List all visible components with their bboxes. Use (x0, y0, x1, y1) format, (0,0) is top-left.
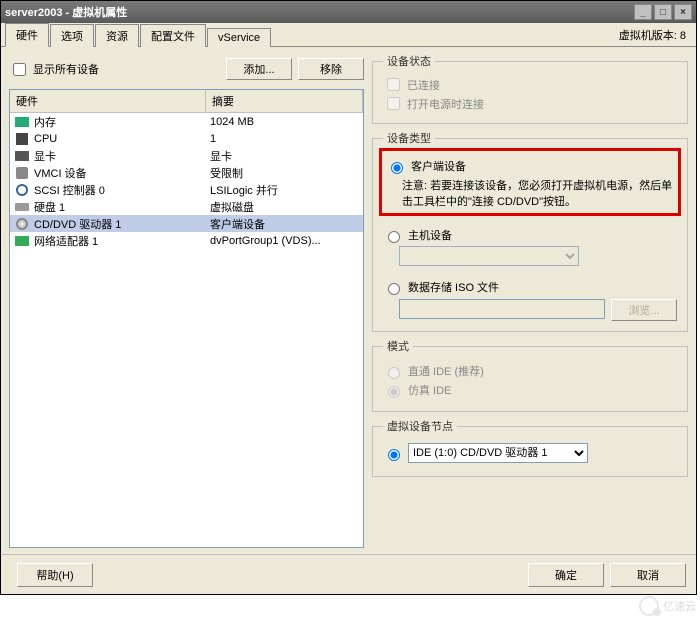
connect-poweron-label: 打开电源时连接 (407, 96, 484, 112)
tab-profiles[interactable]: 配置文件 (140, 24, 206, 47)
virtual-node-group: 虚拟设备节点 IDE (1:0) CD/DVD 驱动器 1 (372, 418, 688, 477)
mode-group: 模式 直通 IDE (推荐) 仿真 IDE (372, 338, 688, 412)
help-button[interactable]: 帮助(H) (17, 563, 93, 587)
cd-icon (14, 216, 30, 232)
client-device-radio[interactable]: 客户端设备 (386, 158, 674, 174)
connected-checkbox: 已连接 (383, 75, 677, 94)
emulate-label: 仿真 IDE (408, 382, 451, 398)
show-all-devices-label: 显示所有设备 (33, 61, 99, 77)
net-icon (14, 233, 30, 249)
hw-name: SCSI 控制器 0 (34, 182, 210, 198)
host-device-radio[interactable]: 主机设备 (383, 227, 677, 243)
emulate-input (388, 386, 400, 398)
show-all-devices-checkbox[interactable]: 显示所有设备 (9, 60, 99, 79)
hardware-row[interactable]: 网络适配器 1dvPortGroup1 (VDS)... (10, 232, 363, 249)
tab-options[interactable]: 选项 (50, 24, 94, 47)
hw-summary: 虚拟磁盘 (210, 199, 363, 215)
device-type-group: 设备类型 客户端设备 注意: 若要连接该设备，您必须打开虚拟机电源，然后单击工具… (372, 130, 688, 332)
iso-path-input (399, 299, 605, 319)
passthrough-radio: 直通 IDE (推荐) (383, 363, 677, 379)
connected-input (387, 78, 400, 91)
window-title: server2003 - 虚拟机属性 (5, 4, 632, 20)
host-device-input[interactable] (388, 231, 400, 243)
hardware-row[interactable]: SCSI 控制器 0LSILogic 并行 (10, 181, 363, 198)
col-summary[interactable]: 摘要 (206, 90, 363, 112)
col-hardware[interactable]: 硬件 (10, 90, 206, 112)
watermark-text: 亿速云 (663, 598, 696, 614)
cpu-icon (14, 131, 30, 147)
vid-icon (14, 148, 30, 164)
hardware-row[interactable]: VMCI 设备受限制 (10, 164, 363, 181)
passthrough-label: 直通 IDE (推荐) (408, 363, 484, 379)
browse-button: 浏览... (611, 299, 677, 321)
hw-summary: 1024 MB (210, 116, 363, 128)
hw-name: CPU (34, 133, 210, 145)
hw-name: 硬盘 1 (34, 199, 210, 215)
device-type-legend: 设备类型 (383, 130, 435, 146)
disk-icon (14, 199, 30, 215)
tab-bar: 硬件 选项 资源 配置文件 vService 虚拟机版本: 8 (1, 23, 696, 47)
mode-legend: 模式 (383, 338, 413, 354)
scsi-icon (14, 182, 30, 198)
hardware-row[interactable]: 内存1024 MB (10, 113, 363, 130)
connect-poweron-input (387, 97, 400, 110)
connected-label: 已连接 (407, 77, 440, 93)
client-device-label: 客户端设备 (411, 158, 466, 174)
host-device-select (399, 246, 579, 266)
add-button[interactable]: 添加... (226, 58, 292, 80)
maximize-button[interactable]: □ (654, 4, 672, 20)
watermark-icon (639, 596, 659, 616)
client-device-note: 注意: 若要连接该设备，您必须打开虚拟机电源，然后单击工具栏中的"连接 CD/D… (402, 177, 674, 209)
hardware-list: 硬件 摘要 内存1024 MBCPU1显卡显卡VMCI 设备受限制SCSI 控制… (9, 89, 364, 548)
hw-summary: LSILogic 并行 (210, 182, 363, 198)
hw-name: 显卡 (34, 148, 210, 164)
device-status-group: 设备状态 已连接 打开电源时连接 (372, 53, 688, 124)
host-device-label: 主机设备 (408, 227, 452, 243)
tab-vservice[interactable]: vService (207, 28, 271, 47)
remove-button[interactable]: 移除 (298, 58, 364, 80)
hardware-list-header: 硬件 摘要 (10, 90, 363, 113)
hw-summary: 客户端设备 (210, 216, 363, 232)
footer: 帮助(H) 确定 取消 (1, 554, 696, 594)
hardware-row[interactable]: CD/DVD 驱动器 1客户端设备 (10, 215, 363, 232)
minimize-button[interactable]: _ (634, 4, 652, 20)
virtual-node-input[interactable] (388, 449, 400, 461)
connect-poweron-checkbox: 打开电源时连接 (383, 94, 677, 113)
cancel-button[interactable]: 取消 (610, 563, 686, 587)
hw-name: CD/DVD 驱动器 1 (34, 216, 210, 232)
hardware-row[interactable]: 硬盘 1虚拟磁盘 (10, 198, 363, 215)
hw-summary: 受限制 (210, 165, 363, 181)
hardware-row[interactable]: 显卡显卡 (10, 147, 363, 164)
close-button[interactable]: × (674, 4, 692, 20)
virtual-node-select[interactable]: IDE (1:0) CD/DVD 驱动器 1 (408, 443, 588, 463)
tab-resources[interactable]: 资源 (95, 24, 139, 47)
iso-file-radio[interactable]: 数据存储 ISO 文件 (383, 279, 677, 295)
show-all-devices-input[interactable] (13, 63, 26, 76)
hw-summary: 1 (210, 133, 363, 145)
hw-name: 内存 (34, 114, 210, 130)
vm-version-label: 虚拟机版本: 8 (619, 27, 686, 43)
passthrough-input (388, 367, 400, 379)
virtual-node-legend: 虚拟设备节点 (383, 418, 457, 434)
mem-icon (14, 114, 30, 130)
hw-name: VMCI 设备 (34, 165, 210, 181)
watermark: 亿速云 (639, 596, 696, 616)
client-device-input[interactable] (391, 162, 403, 174)
highlight-annotation: 客户端设备 注意: 若要连接该设备，您必须打开虚拟机电源，然后单击工具栏中的"连… (379, 148, 681, 216)
device-status-legend: 设备状态 (383, 53, 435, 69)
hw-name: 网络适配器 1 (34, 233, 210, 249)
vmci-icon (14, 165, 30, 181)
titlebar: server2003 - 虚拟机属性 _ □ × (1, 1, 696, 23)
tab-hardware[interactable]: 硬件 (5, 23, 49, 47)
hardware-row[interactable]: CPU1 (10, 130, 363, 147)
iso-file-label: 数据存储 ISO 文件 (408, 279, 499, 295)
emulate-radio: 仿真 IDE (383, 382, 677, 398)
hw-summary: dvPortGroup1 (VDS)... (210, 235, 363, 247)
virtual-node-radio[interactable]: IDE (1:0) CD/DVD 驱动器 1 (383, 443, 677, 463)
hw-summary: 显卡 (210, 148, 363, 164)
iso-file-input[interactable] (388, 283, 400, 295)
ok-button[interactable]: 确定 (528, 563, 604, 587)
